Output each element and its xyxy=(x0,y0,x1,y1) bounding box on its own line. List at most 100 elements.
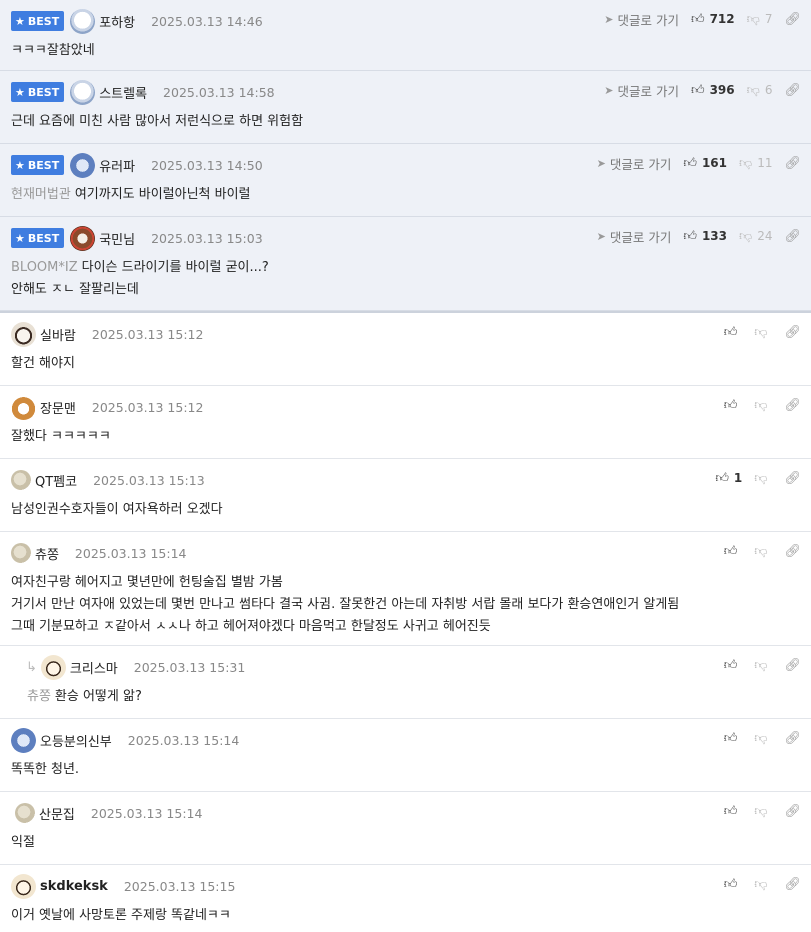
comment-header: ★ BEST 국민님 2025.03.13 15:03 xyxy=(11,225,263,251)
star-icon: ★ xyxy=(15,85,25,99)
nickname[interactable]: 츄쫑 xyxy=(35,544,59,563)
thumbs-down-icon: 👎︎ xyxy=(739,228,753,244)
avatar[interactable] xyxy=(11,321,36,347)
avatar[interactable] xyxy=(70,8,96,34)
dislike-button[interactable]: 👎︎ 7 xyxy=(747,12,773,27)
dislike-button[interactable]: 👎︎ xyxy=(754,877,772,892)
avatar[interactable] xyxy=(11,394,36,420)
link-icon[interactable]: 🔗︎ xyxy=(784,658,801,673)
avatar[interactable] xyxy=(70,152,96,178)
goto-comment-link[interactable]: ➤ 댓글로 가기 xyxy=(604,10,679,29)
like-button[interactable]: 👍︎ 161 xyxy=(683,156,727,171)
comment-actions: ➤ 댓글로 가기 👍︎ 161 👎︎ 11 🔗︎ xyxy=(597,153,801,173)
thumbs-up-icon: 👍︎ xyxy=(723,876,738,892)
dislike-button[interactable]: 👎︎ xyxy=(754,804,772,819)
like-button[interactable]: 👍︎ xyxy=(724,877,743,892)
comment-actions: 👍︎ 👎︎ 🔗︎ xyxy=(724,874,801,894)
reply-target[interactable]: BLOOM*IZ xyxy=(11,260,78,275)
link-icon[interactable]: 🔗︎ xyxy=(784,544,801,559)
best-comment: ★ BEST 유러파 2025.03.13 14:50 ➤ 댓글로 가기 👍︎ 161… xyxy=(0,144,811,217)
star-icon: ★ xyxy=(15,14,25,28)
thumbs-down-icon: 👎︎ xyxy=(739,155,753,171)
like-button[interactable]: 👍︎ xyxy=(724,544,743,559)
star-icon: ★ xyxy=(15,231,25,245)
nickname[interactable]: QT펨코 xyxy=(35,471,77,490)
nickname[interactable]: 크리스마 xyxy=(70,658,118,677)
link-icon[interactable]: 🔗︎ xyxy=(784,83,801,98)
reply-arrow-icon: ↳ xyxy=(26,659,37,675)
avatar[interactable] xyxy=(70,225,96,251)
thumbs-up-icon: 👍︎ xyxy=(723,397,738,413)
link-icon[interactable]: 🔗︎ xyxy=(784,398,801,413)
avatar[interactable] xyxy=(15,803,35,823)
like-button[interactable]: 👍︎ 712 xyxy=(691,12,735,27)
like-button[interactable]: 👍︎ xyxy=(724,731,743,746)
goto-comment-link[interactable]: ➤ 댓글로 가기 xyxy=(597,227,672,246)
best-badge: ★ BEST xyxy=(11,11,65,31)
avatar[interactable] xyxy=(11,873,36,899)
like-button[interactable]: 👍︎ xyxy=(724,658,743,673)
like-button[interactable]: 👍︎ 133 xyxy=(683,229,727,244)
nickname[interactable]: skdkeksk xyxy=(40,879,108,894)
avatar[interactable] xyxy=(11,727,36,753)
thumbs-down-icon: 👎︎ xyxy=(754,657,768,673)
dislike-button[interactable]: 👎︎ 11 xyxy=(739,156,772,171)
comment: 장문맨 2025.03.13 15:12 👍︎ 👎︎ 🔗︎ 잘했다 ㅋㅋㅋㅋㅋ xyxy=(0,386,811,459)
dislike-button[interactable]: 👎︎ 24 xyxy=(739,229,772,244)
like-button[interactable]: 👍︎ 1 xyxy=(715,471,742,486)
nickname[interactable]: 산문집 xyxy=(39,804,75,823)
timestamp: 2025.03.13 15:12 xyxy=(91,326,204,342)
goto-comment-link[interactable]: ➤ 댓글로 가기 xyxy=(604,81,679,100)
comment: 실바람 2025.03.13 15:12 👍︎ 👎︎ 🔗︎ 할건 해야지 xyxy=(0,313,811,386)
like-button[interactable]: 👍︎ 396 xyxy=(691,83,735,98)
link-icon[interactable]: 🔗︎ xyxy=(784,156,801,171)
comment-actions: ➤ 댓글로 가기 👍︎ 712 👎︎ 7 🔗︎ xyxy=(604,9,801,29)
like-button[interactable]: 👍︎ xyxy=(724,325,743,340)
link-icon[interactable]: 🔗︎ xyxy=(784,877,801,892)
goto-comment-link[interactable]: ➤ 댓글로 가기 xyxy=(597,154,672,173)
nickname[interactable]: 장문맨 xyxy=(40,398,76,417)
timestamp: 2025.03.13 15:14 xyxy=(127,732,240,748)
nickname[interactable]: 스트렐록 xyxy=(99,83,147,102)
avatar[interactable] xyxy=(40,654,66,680)
nickname[interactable]: 국민님 xyxy=(99,229,135,248)
thumbs-down-icon: 👎︎ xyxy=(754,730,768,746)
avatar[interactable] xyxy=(11,470,31,490)
dislike-button[interactable]: 👎︎ xyxy=(754,398,772,413)
like-button[interactable]: 👍︎ xyxy=(724,398,743,413)
thumbs-down-icon: 👎︎ xyxy=(754,803,768,819)
nickname[interactable]: 오등분의신부 xyxy=(40,731,112,750)
thumbs-down-icon: 👎︎ xyxy=(754,543,768,559)
link-icon[interactable]: 🔗︎ xyxy=(784,804,801,819)
comment: 츄쫑 2025.03.13 15:14 👍︎ 👎︎ 🔗︎ 여자친구랑 헤어지고 … xyxy=(0,532,811,646)
timestamp: 2025.03.13 15:15 xyxy=(123,878,236,894)
nickname[interactable]: 실바람 xyxy=(40,325,76,344)
dislike-button[interactable]: 👎︎ 6 xyxy=(747,83,773,98)
avatar[interactable] xyxy=(11,543,31,563)
link-icon[interactable]: 🔗︎ xyxy=(784,471,801,486)
comment-body: 근데 요즘에 미친 사람 많아서 저런식으로 하면 위험함 xyxy=(11,114,304,129)
link-icon[interactable]: 🔗︎ xyxy=(784,325,801,340)
comment-header: 산문집 2025.03.13 15:14 xyxy=(11,801,202,825)
comment-header: ★ BEST 스트렐록 2025.03.13 14:58 xyxy=(11,79,275,105)
link-icon[interactable]: 🔗︎ xyxy=(784,12,801,27)
comment-header: skdkeksk 2025.03.13 15:15 xyxy=(11,873,236,899)
best-badge: ★ BEST xyxy=(11,228,65,248)
dislike-button[interactable]: 👎︎ xyxy=(754,325,772,340)
dislike-button[interactable]: 👎︎ xyxy=(754,544,772,559)
best-badge: ★ BEST xyxy=(11,155,65,175)
link-icon[interactable]: 🔗︎ xyxy=(784,229,801,244)
dislike-button[interactable]: 👎︎ xyxy=(754,658,772,673)
comment-header: 츄쫑 2025.03.13 15:14 xyxy=(11,541,187,565)
dislike-button[interactable]: 👎︎ xyxy=(754,471,772,486)
nickname[interactable]: 포하항 xyxy=(99,12,135,31)
thumbs-up-icon: 👍︎ xyxy=(723,803,738,819)
like-button[interactable]: 👍︎ xyxy=(724,804,743,819)
thumbs-up-icon: 👍︎ xyxy=(683,155,697,171)
dislike-button[interactable]: 👎︎ xyxy=(754,731,772,746)
reply-target[interactable]: 츄쫑 xyxy=(27,689,51,704)
reply-target[interactable]: 현재머법관 xyxy=(11,187,71,202)
avatar[interactable] xyxy=(70,79,96,105)
nickname[interactable]: 유러파 xyxy=(99,156,135,175)
link-icon[interactable]: 🔗︎ xyxy=(784,731,801,746)
